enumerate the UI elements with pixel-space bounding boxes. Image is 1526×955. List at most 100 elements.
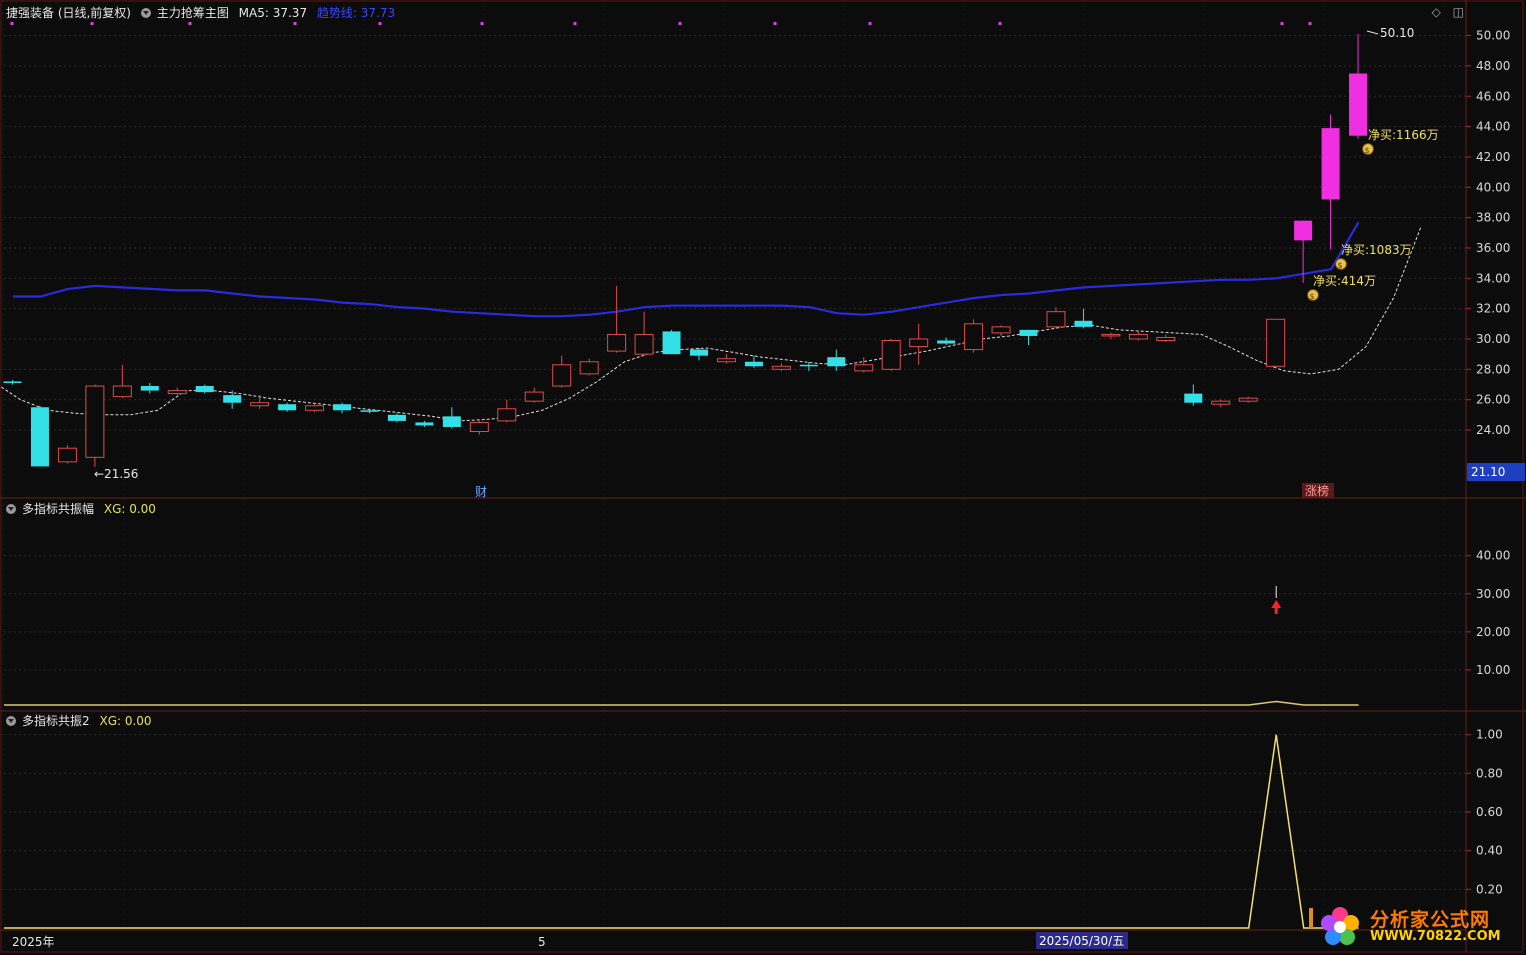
y-tick-label: 1.00	[1476, 728, 1503, 742]
candle-body	[662, 331, 681, 355]
chart-canvas[interactable]: 24.00 26.00 28.00 30.00 32.00 34.00 36.00 38.00…	[0, 0, 1526, 955]
net-buy-label: 净买:1083万	[1341, 243, 1412, 257]
y-tick-label: 48.00	[1476, 59, 1510, 73]
period-marker	[90, 22, 94, 25]
candle-body	[607, 333, 627, 352]
candle-body	[1238, 397, 1258, 402]
candle-body	[1321, 128, 1340, 200]
candle-body	[552, 364, 572, 387]
period-marker	[10, 22, 14, 25]
trend-line	[13, 221, 1360, 318]
candle-body	[1294, 220, 1313, 241]
candle-body	[634, 333, 654, 355]
candle-body	[223, 395, 242, 403]
buy-arrow-icon	[1271, 600, 1282, 614]
candle-body	[1349, 73, 1368, 136]
candle-body	[442, 416, 461, 427]
period-marker	[868, 22, 872, 25]
candle-body	[854, 364, 874, 372]
panel3-value: XG: 0.00	[99, 714, 152, 728]
site-logo: 分析家公式网 WWW.70822.COM	[1312, 903, 1512, 949]
logo-url: WWW.70822.COM	[1370, 929, 1501, 944]
candle-body	[1156, 336, 1176, 342]
panel2-value: XG: 0.00	[103, 502, 156, 516]
candle-body	[1184, 393, 1203, 403]
panel2-header: 多指标共振幅 XG: 0.00	[6, 501, 162, 517]
trend-value: 趋势线: 37.73	[316, 6, 396, 20]
y-tick-label: 36.00	[1476, 241, 1510, 255]
y-tick-label: 42.00	[1476, 150, 1510, 164]
candle-body	[3, 381, 22, 383]
y-tick-label: 34.00	[1476, 271, 1510, 285]
y-tick-label: 30.00	[1476, 587, 1510, 601]
candle-body	[771, 365, 791, 370]
candle-body	[195, 386, 214, 393]
panel3-header: 多指标共振2 XG: 0.00	[6, 713, 158, 729]
y-tick-label: 32.00	[1476, 302, 1510, 316]
panel3-line	[4, 734, 1359, 929]
y-tick-label: 0.80	[1476, 766, 1503, 780]
candle-body	[278, 404, 297, 411]
candle-body	[1074, 320, 1093, 327]
window-icon[interactable]: ◫	[1453, 5, 1464, 19]
candle-body	[716, 358, 736, 363]
indicator-name[interactable]: 主力抢筹主图	[157, 6, 229, 20]
candle-body	[333, 404, 352, 411]
money-bag-glyph: $	[1365, 146, 1370, 155]
stock-title: 捷强装备 (日线,前复权)	[6, 6, 131, 20]
candle-body	[1019, 329, 1038, 336]
period-marker	[188, 22, 192, 25]
money-bag-glyph: $	[1310, 292, 1315, 301]
candle-body	[167, 390, 187, 395]
collapse-icon[interactable]	[6, 716, 16, 726]
y-tick-label: 10.00	[1476, 663, 1510, 677]
candle-body	[112, 385, 132, 398]
x-axis-label: 5	[538, 935, 546, 949]
net-buy-label: 净买:1166万	[1368, 128, 1439, 142]
money-bag-glyph: $	[1338, 261, 1343, 270]
y-tick-label: 0.20	[1476, 882, 1503, 896]
diamond-icon[interactable]: ◇	[1432, 5, 1441, 19]
y-tick-label: 40.00	[1476, 180, 1510, 194]
candle-body	[1266, 318, 1286, 367]
y-tick-label: 0.60	[1476, 805, 1503, 819]
candle-body	[250, 402, 270, 407]
candle-body	[881, 340, 901, 370]
candle-body	[690, 349, 708, 356]
y-tick-label: 28.00	[1476, 362, 1510, 376]
candle-body	[140, 386, 159, 391]
panel2-line	[4, 700, 1359, 706]
candle-body	[909, 338, 929, 348]
candle-body	[937, 340, 956, 344]
candle-body	[1101, 333, 1121, 337]
candle-body	[305, 405, 325, 411]
x-axis-label: 2025年	[12, 935, 55, 949]
period-marker	[678, 22, 682, 25]
flower-logo-icon	[1321, 907, 1359, 945]
panel3-name[interactable]: 多指标共振2	[22, 714, 90, 728]
period-marker	[998, 22, 1002, 25]
collapse-icon[interactable]	[6, 504, 16, 514]
zhangbang-marker: 涨榜	[1305, 483, 1329, 498]
low-label: ←21.56	[94, 467, 138, 481]
top-right-tools: ◇ ◫	[1424, 5, 1464, 19]
candle-body	[964, 323, 984, 351]
candle-body	[799, 364, 818, 367]
logo-name: 分析家公式网	[1370, 909, 1491, 931]
high-label: 50.10	[1380, 26, 1414, 40]
chart-frame	[0, 0, 1524, 953]
candle-body	[57, 447, 77, 463]
y-tick-label: 44.00	[1476, 120, 1510, 134]
main-header: 捷强装备 (日线,前复权) 主力抢筹主图 MA5: 37.37 趋势线: 37.…	[6, 5, 401, 21]
panel2-name[interactable]: 多指标共振幅	[22, 502, 94, 516]
candle-body	[991, 326, 1011, 334]
candle-body	[415, 422, 434, 426]
y-tick-label: 24.00	[1476, 423, 1510, 437]
period-marker	[293, 22, 297, 25]
x-axis-label: 2025/05/30/五	[1039, 934, 1124, 948]
y-tick-label: 0.40	[1476, 844, 1503, 858]
candle-body	[524, 391, 544, 402]
candle-body	[387, 414, 406, 421]
collapse-icon[interactable]	[140, 8, 151, 18]
y-tick-label: 50.00	[1476, 29, 1510, 43]
